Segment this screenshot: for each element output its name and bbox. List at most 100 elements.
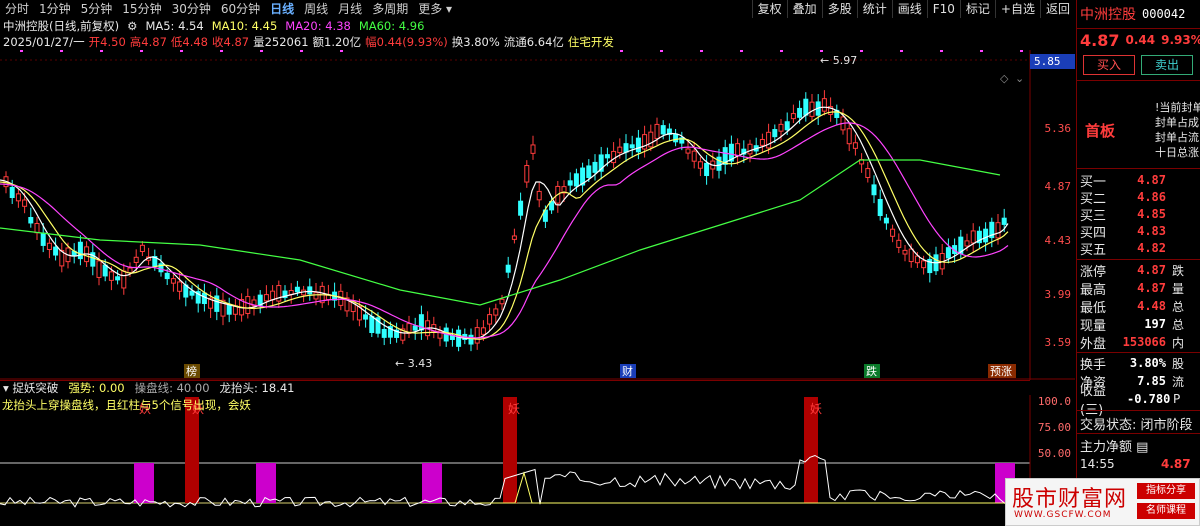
- candle-body: [313, 292, 319, 300]
- tab-weekly[interactable]: 周线: [299, 0, 333, 18]
- draw-button[interactable]: 画线: [891, 0, 927, 18]
- signal-dot: [620, 50, 623, 52]
- marker-list: 榜: [186, 364, 197, 378]
- overlay-button[interactable]: 叠加: [786, 0, 822, 18]
- signal-dot: [20, 50, 23, 52]
- candle-body: [121, 270, 127, 289]
- stat-extra: 跌: [1172, 263, 1185, 278]
- candle-body: [759, 138, 765, 146]
- indicator-name[interactable]: ▾ 捉妖突破: [3, 380, 58, 396]
- stat-label: 最低: [1080, 300, 1107, 316]
- signal-dot: [940, 50, 943, 52]
- indicator-chart[interactable]: 妖妖妖妖: [0, 395, 1075, 526]
- signal-dot: [220, 50, 223, 52]
- tab-30min[interactable]: 30分钟: [167, 0, 216, 18]
- marker-pre-rise: 预涨: [990, 365, 1012, 378]
- chevron-down-icon: ⌄: [1015, 72, 1024, 85]
- site-watermark: 股市财富网 WWW.GSCFW.COM 指标分享 名师课程: [1005, 478, 1200, 526]
- stat-label: 换手: [1080, 357, 1107, 373]
- stat-value: -0.780: [1127, 392, 1171, 406]
- signal-dot: [180, 50, 183, 52]
- candle-body: [995, 222, 1001, 239]
- candle-body: [369, 316, 375, 334]
- candle-body: [518, 200, 524, 216]
- candle-body: [970, 230, 976, 244]
- multi-stock-button[interactable]: 多股: [821, 0, 857, 18]
- ohlc-sector: 住宅开发: [567, 34, 614, 49]
- tab-intraday[interactable]: 分时: [0, 0, 34, 18]
- candle-body: [499, 298, 505, 305]
- note-line: 封单占成: [1155, 116, 1199, 129]
- tab-60min[interactable]: 60分钟: [216, 0, 265, 18]
- adjust-button[interactable]: 复权: [751, 0, 787, 18]
- candle-body: [28, 217, 34, 224]
- candle-body: [77, 241, 83, 260]
- menu-icon: ▤: [1136, 440, 1149, 455]
- price-tick: 3.99: [1044, 288, 1072, 301]
- ma20-line: [0, 122, 1009, 339]
- candle-body: [809, 101, 815, 117]
- ohlc-date: 2025/01/27/一: [3, 34, 85, 49]
- tab-5min[interactable]: 5分钟: [76, 0, 118, 18]
- candle-body: [115, 276, 121, 281]
- stat-row: 涨停 4.87 跌: [1077, 261, 1200, 280]
- quote-price-row: 4.87 0.44 9.93%: [1077, 30, 1200, 50]
- stat-value: 197: [1144, 317, 1166, 331]
- quote-header: 中洲控股 000042: [1077, 0, 1200, 28]
- tab-more[interactable]: 更多 ▾: [413, 0, 457, 18]
- candle-body: [468, 334, 474, 345]
- candle-body: [586, 165, 592, 178]
- tab-15min[interactable]: 15分钟: [117, 0, 166, 18]
- period-tabs: 分时 1分钟 5分钟 15分钟 30分钟 60分钟 日线 周线 月线 多周期 更…: [0, 0, 457, 18]
- tab-daily[interactable]: 日线: [265, 0, 299, 18]
- bid-label: 买五: [1080, 242, 1107, 258]
- candle-body: [716, 156, 722, 171]
- candle-body: [573, 173, 579, 187]
- candle-body: [245, 296, 251, 314]
- buy-button[interactable]: 买入: [1083, 55, 1135, 75]
- stats-button[interactable]: 统计: [856, 0, 892, 18]
- watermark-url: WWW.GSCFW.COM: [1014, 510, 1112, 520]
- ohlc-bar: 2025/01/27/一 开4.50 高4.87 低4.48 收4.87 量25…: [0, 34, 1030, 49]
- stock-title: 中洲控股(日线,前复权): [3, 19, 120, 33]
- watermark-tag: 名师课程: [1137, 503, 1195, 519]
- back-button[interactable]: 返回: [1039, 0, 1075, 18]
- main-flow-tab[interactable]: 主力净额 ▤: [1080, 436, 1148, 455]
- tab-multi-period[interactable]: 多周期: [367, 0, 413, 18]
- candle-body: [685, 148, 691, 154]
- ohlc-volume: 量252061: [253, 34, 309, 49]
- tab-monthly[interactable]: 月线: [333, 0, 367, 18]
- kline-chart[interactable]: ← 5.97 ← 3.43 榜 财 跌 预涨 ◇ ⌄: [0, 50, 1075, 380]
- signal-dot: [700, 50, 703, 52]
- diamond-icon: ◇: [1000, 72, 1009, 85]
- stat-label: 现量: [1080, 318, 1107, 334]
- sell-button[interactable]: 卖出: [1141, 55, 1193, 75]
- tick-time: 14:55: [1080, 457, 1115, 471]
- stat-extra: 量: [1172, 281, 1185, 296]
- candle-body: [697, 161, 703, 169]
- candle-body: [487, 314, 493, 325]
- tab-1min[interactable]: 1分钟: [34, 0, 76, 18]
- gear-icon[interactable]: ⚙: [127, 19, 137, 33]
- indicator-description: 龙抬头上穿操盘线，且红柱与5个信号出现，会妖: [2, 398, 251, 412]
- candle-body: [908, 248, 914, 263]
- candle-body: [803, 98, 809, 116]
- ma60-line: [0, 159, 1001, 306]
- bid-price: 4.87: [1137, 173, 1166, 187]
- candle-body: [877, 198, 883, 217]
- quote-panel: 中洲控股 000042 4.87 0.44 9.93% 买入 卖出 首板 !当前…: [1076, 0, 1200, 526]
- stat-label: 涨停: [1080, 264, 1107, 280]
- candle-body: [772, 129, 778, 138]
- mark-button[interactable]: 标记: [959, 0, 995, 18]
- candle-body: [964, 240, 970, 247]
- note-line: 十日总涨: [1155, 146, 1199, 159]
- f10-button[interactable]: F10: [926, 0, 960, 18]
- ind-tick: 100.0: [1037, 395, 1071, 408]
- board-notes: !当前封单 封单占成 封单占流 十日总涨: [1155, 100, 1200, 160]
- candle-body: [784, 121, 790, 131]
- candle-body: [201, 292, 207, 305]
- add-watchlist-button[interactable]: +自选: [994, 0, 1040, 18]
- candle-body: [22, 199, 28, 207]
- candle-body: [15, 193, 21, 202]
- candle-body: [456, 329, 462, 347]
